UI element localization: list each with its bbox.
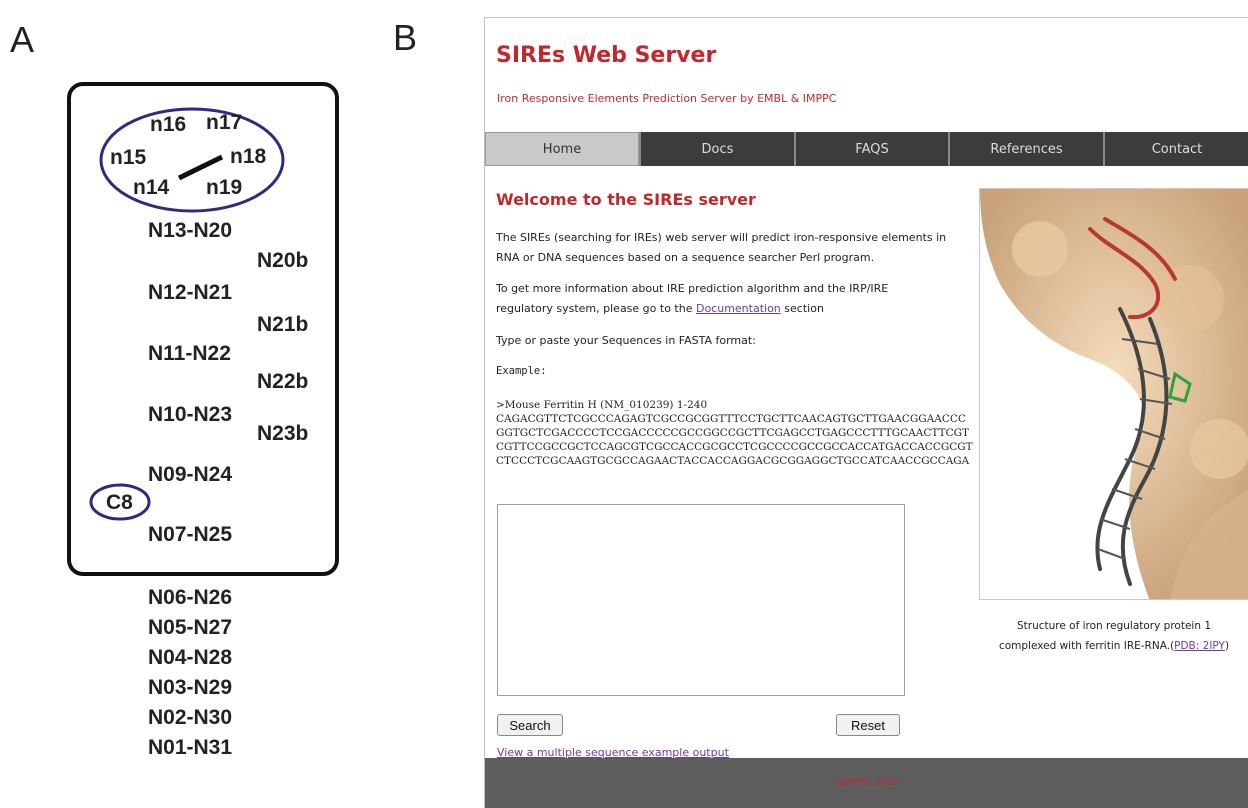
nucleotide-n17: n17 [206, 111, 243, 134]
sequence-line: CTCCCTCGCAAGTGCGCCAGAACTACCACCAGGACGCGGA… [496, 455, 970, 467]
example-sequence: >Mouse Ferritin H (NM_010239) 1-240 CAGA… [496, 398, 973, 468]
base-pair: N09-N24 [148, 463, 233, 486]
nav-tab-faqs[interactable]: FAQS [794, 132, 948, 166]
base-pair: N06-N26 [148, 586, 233, 609]
bulge-nucleotide: N23b [257, 422, 309, 445]
protein-structure-image [979, 188, 1248, 600]
sequence-line: GGTGCTCGACCCCTCCGACCCCCGCCGGCCGCTTCGAGCC… [496, 427, 970, 439]
nav-tab-docs[interactable]: Docs [639, 132, 794, 166]
sires-web-page: SIREs Web Server Iron Responsive Element… [484, 17, 1248, 808]
base-pair: N11-N22 [148, 342, 231, 365]
base-pair: N03-N29 [148, 676, 233, 699]
site-title: SIREs Web Server [496, 43, 717, 68]
bulge-nucleotide: N20b [257, 249, 309, 272]
base-pair: N04-N28 [148, 646, 233, 669]
nav-tab-references[interactable]: References [948, 132, 1103, 166]
reset-button[interactable]: Reset [836, 714, 900, 736]
nav-tab-home[interactable]: Home [485, 132, 639, 166]
caption-line: Structure of iron regulatory protein 1 [1016, 620, 1212, 632]
caption-line-end: ) [1224, 640, 1230, 652]
intro-paragraph: The SIREs (searching for IREs) web serve… [496, 228, 946, 268]
example-header: >Mouse Ferritin H (NM_010239) 1-240 [496, 399, 708, 411]
structure-illustration [980, 189, 1248, 599]
bulge-nucleotide: N21b [257, 313, 309, 336]
caption-line: complexed with ferritin IRE-RNA.( [998, 640, 1175, 652]
nav-tab-contact[interactable]: Contact [1103, 132, 1248, 166]
sequence-line: CGTTCCGCCGCTCCAGCGTCGCCACCGCGCCTCGCCCCGC… [496, 441, 973, 453]
pdb-link[interactable]: PDB: 2IPY [1174, 640, 1225, 652]
bulge-nucleotide: N22b [257, 370, 309, 393]
nucleotide-n15: n15 [110, 146, 147, 169]
intro-line: RNA or DNA sequences based on a sequence… [496, 251, 875, 264]
info-line-end: section [780, 302, 824, 315]
site-subtitle: Iron Responsive Elements Prediction Serv… [497, 92, 837, 105]
base-pair: N12-N21 [148, 281, 233, 304]
base-pair: N07-N25 [148, 523, 233, 546]
base-pair: N05-N27 [148, 616, 233, 639]
intro-line: The SIREs (searching for IREs) web serve… [496, 231, 947, 244]
figure-caption: Structure of iron regulatory protein 1 c… [979, 616, 1248, 656]
info-line: regulatory system, please go to the [496, 302, 696, 315]
documentation-link[interactable]: Documentation [696, 302, 781, 315]
base-pair: N13-N20 [148, 219, 233, 242]
site-footer: @IMPPC 2009 [485, 758, 1248, 808]
base-pair: N01-N31 [148, 736, 233, 759]
nucleotide-n16: n16 [150, 113, 187, 136]
search-button[interactable]: Search [497, 714, 563, 736]
main-nav: Home Docs FAQS References Contact [485, 132, 1248, 166]
c8-nucleotide: C8 [106, 491, 133, 514]
example-label: Example: [496, 365, 547, 377]
sequence-line: CAGACGTTCTCGCCCAGAGTCGCCGCGGTTTCCTGCTTCA… [496, 413, 966, 425]
info-paragraph: To get more information about IRE predic… [496, 279, 888, 319]
sequence-input[interactable] [497, 504, 905, 696]
fasta-prompt: Type or paste your Sequences in FASTA fo… [496, 334, 756, 347]
nucleotide-n18: n18 [230, 145, 267, 168]
base-pair: N10-N23 [148, 403, 233, 426]
footer-copyright: @IMPPC 2009 [835, 778, 899, 788]
nucleotide-n14: n14 [133, 176, 170, 199]
info-line: To get more information about IRE predic… [496, 282, 889, 295]
base-pair: N02-N30 [148, 706, 233, 729]
nucleotide-n19: n19 [206, 176, 243, 199]
welcome-heading: Welcome to the SIREs server [496, 190, 756, 209]
